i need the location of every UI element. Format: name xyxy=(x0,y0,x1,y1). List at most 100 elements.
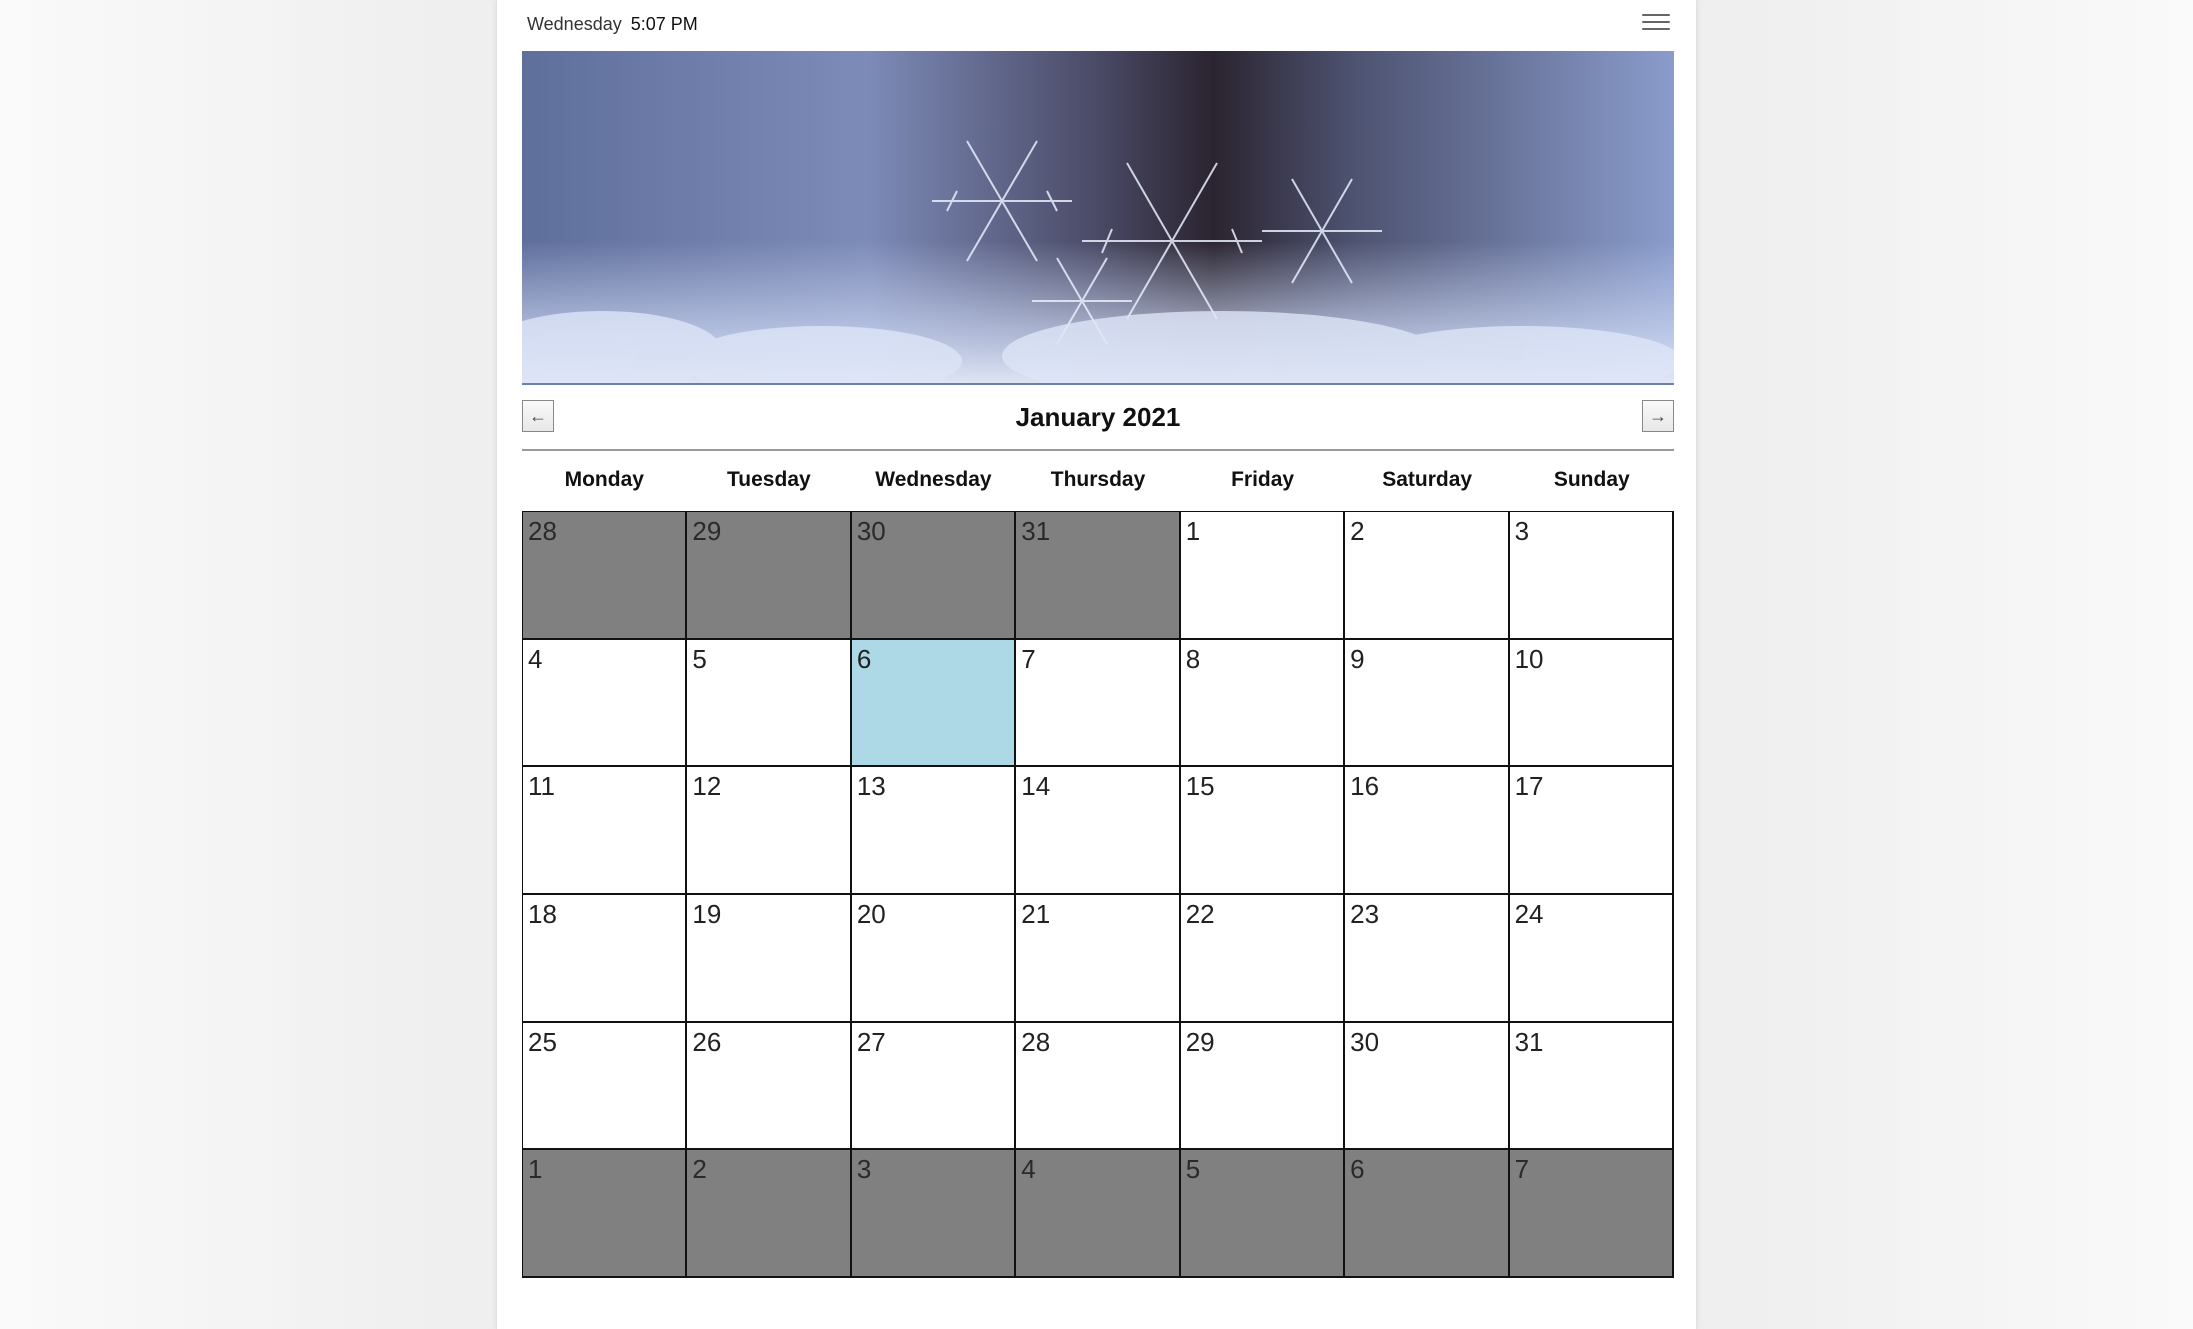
calendar-day[interactable]: 24 xyxy=(1509,894,1674,1023)
day-number: 10 xyxy=(1514,643,1544,674)
calendar-day[interactable]: 31 xyxy=(1509,1022,1674,1151)
calendar-day[interactable]: 22 xyxy=(1180,894,1346,1023)
calendar-day-other-month[interactable]: 6 xyxy=(1345,1150,1510,1278)
calendar-day[interactable]: 21 xyxy=(1016,894,1181,1023)
calendar-day[interactable]: 29 xyxy=(1180,1022,1346,1151)
weekday-label: Saturday xyxy=(1382,468,1473,491)
snowflake-photo xyxy=(522,51,1674,383)
day-number: 2 xyxy=(1350,516,1365,546)
calendar-day[interactable]: 30 xyxy=(1345,1022,1510,1151)
day-number: 25 xyxy=(528,1026,557,1057)
calendar-day[interactable]: 13 xyxy=(851,767,1017,895)
day-number: 3 xyxy=(1514,516,1530,546)
day-number: 9 xyxy=(1350,643,1365,674)
next-month-button[interactable]: → xyxy=(1642,400,1674,432)
calendar-day[interactable]: 14 xyxy=(1016,767,1181,895)
day-number: 28 xyxy=(528,516,557,546)
calendar-day[interactable]: 25 xyxy=(523,1022,688,1151)
day-number: 21 xyxy=(1021,898,1051,929)
weekday-label: Sunday xyxy=(1553,468,1630,491)
day-number: 13 xyxy=(856,771,886,802)
calendar-day[interactable]: 18 xyxy=(523,894,688,1023)
calendar-day-other-month[interactable]: 29 xyxy=(687,512,852,640)
day-number: 31 xyxy=(1021,516,1051,546)
day-number: 16 xyxy=(1350,771,1380,802)
current-time: 5:07 PM xyxy=(630,14,698,34)
day-number: 12 xyxy=(692,771,722,802)
calendar-day-other-month[interactable]: 5 xyxy=(1180,1150,1346,1278)
calendar-page: Wednesday 5:07 PM ← January 2021 → Monda… xyxy=(496,0,1697,1329)
calendar-day-other-month[interactable]: 30 xyxy=(851,512,1017,640)
day-number: 5 xyxy=(1185,1154,1201,1185)
day-number: 1 xyxy=(1185,516,1201,546)
day-number: 20 xyxy=(856,898,886,929)
day-number: 7 xyxy=(1021,643,1036,674)
calendar-day-other-month[interactable]: 2 xyxy=(687,1150,852,1278)
day-number: 17 xyxy=(1514,771,1544,802)
calendar-day[interactable]: 12 xyxy=(687,767,852,895)
month-navigation: ← January 2021 → xyxy=(522,400,1674,434)
day-number: 1 xyxy=(528,1154,543,1185)
calendar-day-other-month[interactable]: 4 xyxy=(1016,1150,1181,1278)
day-number: 24 xyxy=(1514,898,1544,929)
calendar-day[interactable]: 7 xyxy=(1016,639,1181,768)
day-number: 2 xyxy=(692,1154,707,1185)
day-number: 28 xyxy=(1021,1026,1051,1057)
header-image xyxy=(522,51,1674,385)
calendar-day[interactable]: 23 xyxy=(1345,894,1510,1023)
calendar-day[interactable]: 10 xyxy=(1509,639,1674,768)
calendar-day[interactable]: 16 xyxy=(1345,767,1510,895)
day-number: 29 xyxy=(1185,1026,1215,1057)
weekday-label: Friday xyxy=(1231,468,1295,491)
calendar-day-today[interactable]: 6 xyxy=(851,639,1017,768)
weekday-label: Monday xyxy=(564,468,644,491)
weekday-label: Wednesday xyxy=(875,468,992,491)
calendar-day[interactable]: 11 xyxy=(523,767,688,895)
date-time-display: Wednesday 5:07 PM xyxy=(527,14,698,35)
calendar-day[interactable]: 19 xyxy=(687,894,852,1023)
calendar-day-other-month[interactable]: 1 xyxy=(523,1150,688,1278)
day-number: 26 xyxy=(692,1026,722,1057)
month-title: January 2021 xyxy=(1015,402,1181,432)
calendar-day[interactable]: 28 xyxy=(1016,1022,1181,1151)
day-number: 4 xyxy=(528,643,543,674)
calendar-day[interactable]: 8 xyxy=(1180,639,1346,768)
calendar-day[interactable]: 15 xyxy=(1180,767,1346,895)
weekday-label: Thursday xyxy=(1050,468,1146,491)
calendar-day-other-month[interactable]: 7 xyxy=(1509,1150,1674,1278)
calendar-day[interactable]: 1 xyxy=(1180,512,1346,640)
day-number: 31 xyxy=(1514,1026,1544,1057)
day-number: 6 xyxy=(856,643,872,674)
calendar-day[interactable]: 27 xyxy=(851,1022,1017,1151)
hamburger-menu-icon[interactable] xyxy=(1642,14,1670,34)
day-number: 15 xyxy=(1185,771,1215,802)
divider xyxy=(522,449,1674,451)
day-number: 19 xyxy=(692,898,722,929)
calendar-day-other-month[interactable]: 31 xyxy=(1016,512,1181,640)
day-number: 14 xyxy=(1021,771,1051,802)
calendar-day[interactable]: 20 xyxy=(851,894,1017,1023)
day-number: 8 xyxy=(1185,643,1201,674)
calendar-day[interactable]: 4 xyxy=(523,639,688,768)
day-number: 27 xyxy=(856,1026,886,1057)
day-number: 18 xyxy=(528,898,557,929)
arrow-right-icon: → xyxy=(1649,405,1667,426)
calendar-grid: 28 29 30 31 1 2 3 4 5 6 7 8 9 10 11 12 13 14 15 16 17 18 19 20 2… xyxy=(522,511,1674,1278)
day-number: 23 xyxy=(1350,898,1380,929)
calendar-day[interactable]: 9 xyxy=(1345,639,1510,768)
calendar-day[interactable]: 2 xyxy=(1345,512,1510,640)
day-number: 11 xyxy=(528,771,555,802)
calendar-day[interactable]: 26 xyxy=(687,1022,852,1151)
day-number: 30 xyxy=(1350,1026,1380,1057)
calendar-day[interactable]: 17 xyxy=(1509,767,1674,895)
day-number: 4 xyxy=(1021,1154,1036,1185)
calendar-day-other-month[interactable]: 28 xyxy=(523,512,688,640)
calendar-day[interactable]: 5 xyxy=(687,639,852,768)
calendar-day[interactable]: 3 xyxy=(1509,512,1674,640)
calendar-day-other-month[interactable]: 3 xyxy=(851,1150,1017,1278)
weekday-header: Monday Tuesday Wednesday Thursday Friday… xyxy=(522,468,1674,498)
day-number: 5 xyxy=(692,643,707,674)
day-number: 29 xyxy=(692,516,722,546)
day-number: 7 xyxy=(1514,1154,1530,1185)
day-number: 30 xyxy=(856,516,886,546)
